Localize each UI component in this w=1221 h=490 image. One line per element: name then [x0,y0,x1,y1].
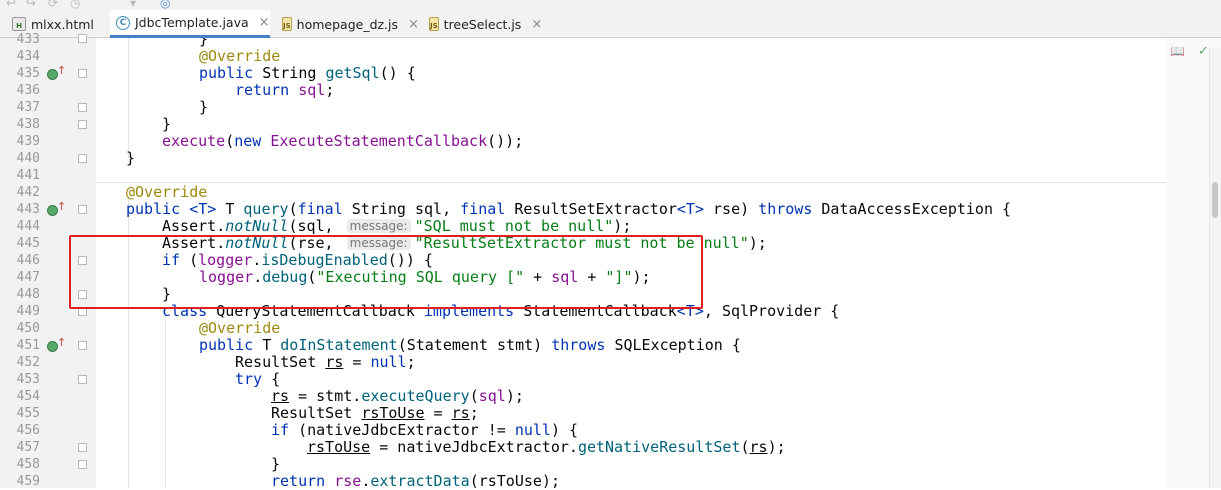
line-number: 452 [16,355,40,370]
line-number: 453 [16,372,40,387]
line-number: 445 [16,236,40,251]
indent-guide [165,308,166,488]
line-number: 447 [16,270,40,285]
line-number: 438 [16,117,40,132]
fold-marker-icon[interactable] [78,69,87,78]
up-arrow-icon[interactable]: ↑ [57,200,66,213]
fold-marker-icon[interactable] [78,154,87,163]
code-line-435: public String getSql() { [199,64,416,82]
line-number: 459 [16,474,40,489]
line-number: 444 [16,219,40,234]
fold-marker-icon[interactable] [78,34,87,43]
tab-homepage-dz-js[interactable]: JS homepage_dz.js × [276,10,419,38]
scrollbar-thumb[interactable] [1212,182,1218,218]
fold-marker-icon[interactable] [78,460,87,469]
line-number: 443 [16,202,40,217]
tab-treeselect-js[interactable]: JS treeSelect.js × [423,10,542,38]
error-stripe [1209,48,1221,488]
code-line-436: return sql; [235,81,335,99]
html-file-icon: H [12,17,26,31]
code-line-455: ResultSet rsToUse = rs; [271,404,479,422]
tab-label: treeSelect.js [443,16,522,32]
line-number: 454 [16,389,40,404]
up-arrow-icon[interactable]: ↑ [57,64,66,77]
code-line-451: public T doInStatement(Statement stmt) t… [199,336,741,354]
tab-label: mlxx.html [31,16,94,32]
code-line-453: try { [235,370,281,388]
fold-marker-icon[interactable] [78,341,87,350]
code-line-457: rsToUse = nativeJdbcExtractor.getNativeR… [307,438,786,456]
line-number: 450 [16,321,40,336]
line-number: 451 [16,338,40,353]
code-line-443: public <T> T query(final String sql, fin… [126,200,1012,218]
editor-tab-bar: H mlxx.html C JdbcTemplate.java × JS hom… [0,10,1221,38]
indent-guide [128,38,129,158]
method-separator [96,182,1166,183]
code-line-456: if (nativeJdbcExtractor != null) { [271,421,579,439]
code-line-452: ResultSet rs = null; [235,353,416,371]
tab-label: homepage_dz.js [296,16,399,32]
highlight-box [69,235,703,309]
hammer-icon[interactable]: ▾ [130,0,136,10]
tab-jdbctemplate-java[interactable]: C JdbcTemplate.java × [110,10,270,38]
tab-label: JdbcTemplate.java [135,15,249,30]
line-number: 436 [16,83,40,98]
back-arrow-icon[interactable]: ↩ [6,0,16,10]
code-line-444: Assert.notNull(sql, message: "SQL must no… [162,217,632,235]
line-number: 456 [16,423,40,438]
js-file-icon: JS [429,17,439,31]
line-number: 441 [16,168,40,183]
code-line-439: execute(new ExecuteStatementCallback()); [162,132,524,150]
close-icon[interactable]: × [531,17,542,32]
code-line-458: } [271,455,281,473]
code-line-437: } [199,98,209,116]
code-line-438: } [162,115,172,133]
close-icon[interactable]: × [408,17,419,32]
check-icon[interactable]: ✓ [1198,44,1209,59]
code-line-434: @Override [199,47,281,65]
js-file-icon: JS [282,17,292,31]
line-number: 433 [16,32,40,47]
line-number: 458 [16,457,40,472]
line-number: 437 [16,100,40,115]
line-number: 442 [16,185,40,200]
line-number: 448 [16,287,40,302]
right-gutter-panel: 📖 ✓ [1166,38,1221,488]
java-class-icon: C [116,15,130,30]
line-number: 457 [16,440,40,455]
fold-marker-icon[interactable] [78,375,87,384]
up-arrow-icon[interactable]: ↑ [57,336,66,349]
code-line-440: } [126,149,136,167]
close-icon[interactable]: × [259,15,270,30]
history-icon[interactable]: ◷ [70,0,80,10]
code-line-442: @Override [126,183,208,201]
toolbar-strip: ↩ ↪ ⟳ ◷ ▾ ◎ [0,0,1221,10]
line-number: 439 [16,134,40,149]
forward-arrow-icon[interactable]: ↪ [26,0,36,10]
line-number: 446 [16,253,40,268]
code-line-454: rs = stmt.executeQuery(sql); [271,387,524,405]
fold-marker-icon[interactable] [78,205,87,214]
fold-marker-icon[interactable] [78,120,87,129]
code-line-450: @Override [199,319,281,337]
line-number: 455 [16,406,40,421]
line-number: 435 [16,66,40,81]
run-config-icon[interactable]: ◎ [160,0,170,10]
reader-mode-icon[interactable]: 📖 [1170,44,1185,58]
fold-marker-icon[interactable] [78,103,87,112]
line-number: 434 [16,49,40,64]
fold-marker-icon[interactable] [78,443,87,452]
refresh-icon[interactable]: ⟳ [48,0,58,10]
code-line-459: return rse.extractData(rsToUse); [271,472,560,489]
line-number: 440 [16,151,40,166]
line-number: 449 [16,304,40,319]
param-hint: message: [346,219,411,233]
